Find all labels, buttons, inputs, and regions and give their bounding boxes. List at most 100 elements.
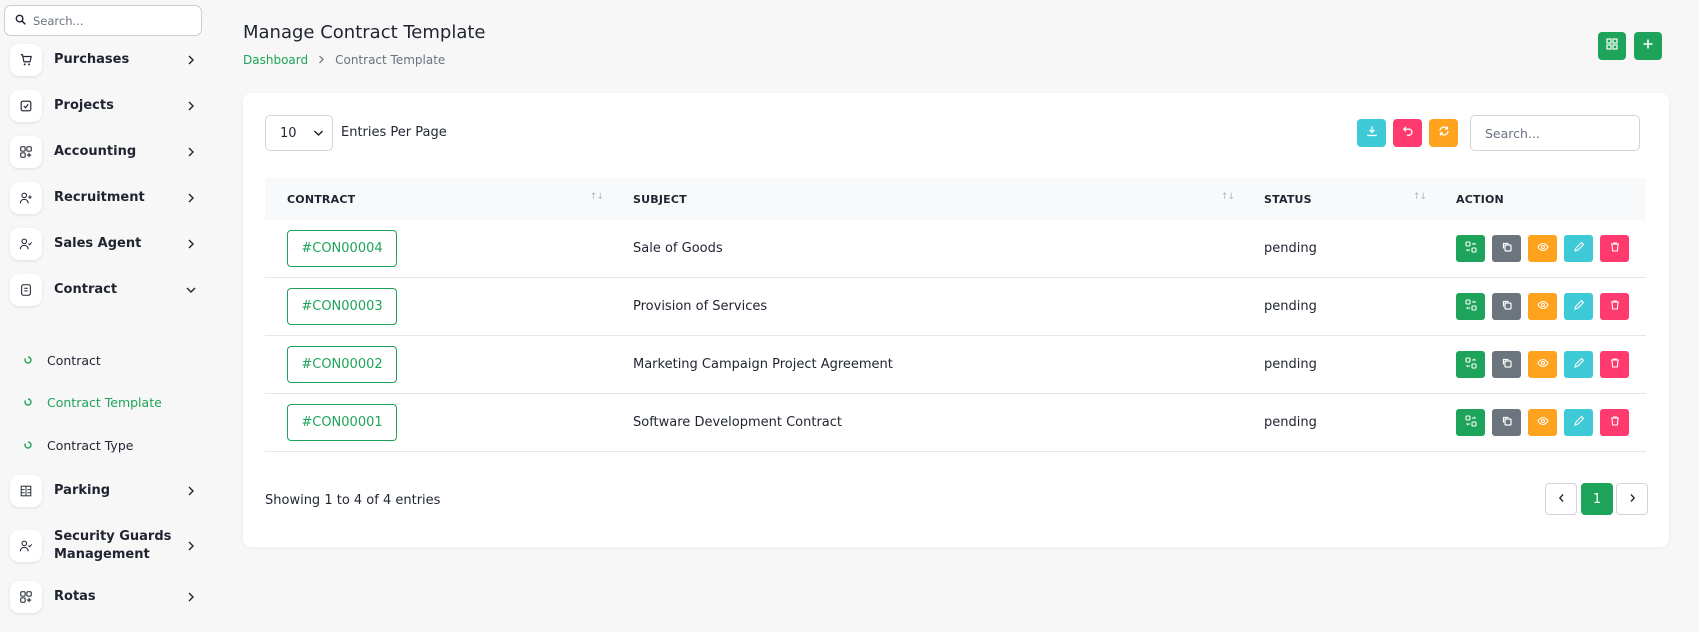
breadcrumb-dashboard-link[interactable]: Dashboard	[243, 53, 308, 67]
sidebar-subitem-contract-type[interactable]: Contract Type	[24, 433, 133, 457]
pencil-icon	[1573, 415, 1585, 431]
pencil-icon	[1573, 357, 1585, 373]
sidebar-subitem-label: Contract	[47, 352, 101, 368]
column-header-label: SUBJECT	[633, 192, 687, 206]
column-header-subject[interactable]: SUBJECT ↑↓	[611, 178, 1242, 220]
sidebar-item-recruitment[interactable]: Recruitment	[10, 180, 202, 216]
view-button[interactable]	[1528, 409, 1557, 436]
sidebar-subitem-label: Contract Template	[47, 394, 162, 410]
trash-icon	[1609, 357, 1621, 373]
trash-icon	[1609, 299, 1621, 315]
grid-icon	[1606, 38, 1618, 54]
delete-button[interactable]	[1600, 409, 1629, 436]
bullet-icon	[24, 398, 32, 406]
sidebar-subitem-contract[interactable]: Contract	[24, 348, 101, 372]
duplicate-button[interactable]	[1492, 409, 1521, 436]
chevron-right-icon	[184, 590, 198, 604]
delete-button[interactable]	[1600, 235, 1629, 262]
page-button-current[interactable]: 1	[1581, 483, 1613, 515]
subject-cell: Software Development Contract	[633, 415, 843, 430]
sidebar-item-rotas[interactable]: Rotas	[10, 579, 202, 615]
edit-button[interactable]	[1564, 351, 1593, 378]
reset-button[interactable]	[1393, 119, 1422, 147]
delete-button[interactable]	[1600, 351, 1629, 378]
subject-cell: Provision of Services	[633, 299, 768, 314]
previous-page-button[interactable]	[1545, 483, 1577, 515]
chevron-right-icon	[318, 53, 325, 67]
chevron-left-icon	[1558, 492, 1565, 507]
sort-icon: ↑↓	[1412, 192, 1427, 202]
showing-entries-text: Showing 1 to 4 of 4 entries	[265, 493, 441, 508]
row-actions	[1434, 409, 1646, 436]
status-cell: pending	[1264, 299, 1317, 314]
table-search-input[interactable]	[1470, 115, 1640, 151]
refresh-icon	[1438, 125, 1450, 141]
sidebar-search-placeholder: Search...	[33, 13, 84, 28]
bullet-icon	[24, 441, 32, 449]
cart-icon	[10, 44, 42, 76]
table-header: CONTRACT ↑↓ SUBJECT ↑↓ STATUS ↑↓ ACTION	[265, 178, 1646, 220]
column-header-label: STATUS	[1264, 192, 1312, 206]
edit-button[interactable]	[1564, 293, 1593, 320]
chevron-right-icon	[184, 145, 198, 159]
eye-icon	[1536, 241, 1549, 257]
entries-per-page-select[interactable]: 10	[265, 115, 333, 151]
breadcrumb-current: Contract Template	[335, 53, 446, 67]
column-header-label: ACTION	[1456, 192, 1504, 206]
breadcrumb: Dashboard Contract Template	[243, 53, 445, 67]
sidebar-search[interactable]: Search...	[4, 5, 202, 36]
sidebar-item-label: Parking	[54, 483, 111, 498]
contract-number-link[interactable]: #CON00003	[287, 288, 397, 325]
sidebar-item-purchases[interactable]: Purchases	[10, 42, 202, 78]
sidebar-item-label: Recruitment	[54, 190, 145, 205]
status-cell: pending	[1264, 415, 1317, 430]
view-button[interactable]	[1528, 351, 1557, 378]
sidebar-item-projects[interactable]: Projects	[10, 88, 202, 124]
convert-button[interactable]	[1456, 293, 1485, 320]
view-button[interactable]	[1528, 235, 1557, 262]
convert-button[interactable]	[1456, 235, 1485, 262]
column-header-label: CONTRACT	[287, 192, 356, 206]
grid-view-button[interactable]	[1598, 32, 1626, 60]
add-contract-template-button[interactable]	[1634, 32, 1662, 60]
export-button[interactable]	[1357, 119, 1386, 147]
refresh-button[interactable]	[1429, 119, 1458, 147]
delete-button[interactable]	[1600, 293, 1629, 320]
pencil-icon	[1573, 299, 1585, 315]
contract-number-link[interactable]: #CON00001	[287, 404, 397, 441]
duplicate-button[interactable]	[1492, 293, 1521, 320]
chevron-down-icon	[184, 283, 198, 297]
grid-icon	[10, 136, 42, 168]
view-button[interactable]	[1528, 293, 1557, 320]
convert-button[interactable]	[1456, 351, 1485, 378]
sidebar-subitem-contract-template[interactable]: Contract Template	[24, 390, 162, 414]
sidebar-item-label: Sales Agent	[54, 236, 142, 251]
sidebar-item-parking[interactable]: Parking	[10, 473, 202, 509]
page-title: Manage Contract Template	[243, 22, 486, 43]
status-cell: pending	[1264, 241, 1317, 256]
user-check-icon	[10, 530, 42, 562]
column-header-contract[interactable]: CONTRACT ↑↓	[265, 178, 611, 220]
contract-number-link[interactable]: #CON00002	[287, 346, 397, 383]
chevron-right-icon	[184, 53, 198, 67]
column-header-status[interactable]: STATUS ↑↓	[1242, 178, 1434, 220]
sidebar-item-label: Contract	[54, 282, 118, 297]
edit-button[interactable]	[1564, 409, 1593, 436]
file-icon	[10, 274, 42, 306]
convert-button[interactable]	[1456, 409, 1485, 436]
sidebar-item-accounting[interactable]: Accounting	[10, 134, 202, 170]
duplicate-button[interactable]	[1492, 235, 1521, 262]
table-row: #CON00004 Sale of Goods pending	[265, 220, 1646, 278]
edit-button[interactable]	[1564, 235, 1593, 262]
trash-icon	[1609, 415, 1621, 431]
chevron-down-icon	[313, 126, 324, 141]
chevron-right-icon	[184, 237, 198, 251]
next-page-button[interactable]	[1616, 483, 1648, 515]
sidebar-item-contract[interactable]: Contract	[10, 272, 202, 308]
copy-icon	[1501, 357, 1513, 373]
chevron-right-icon	[184, 539, 198, 553]
duplicate-button[interactable]	[1492, 351, 1521, 378]
sidebar-item-security-guards[interactable]: Security Guards Management	[10, 526, 202, 566]
contract-number-link[interactable]: #CON00004	[287, 230, 397, 267]
sidebar-item-sales-agent[interactable]: Sales Agent	[10, 226, 202, 262]
